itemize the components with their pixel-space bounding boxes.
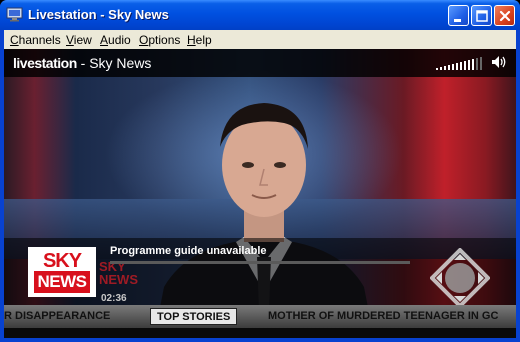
channel-name: - Sky News xyxy=(76,55,152,71)
speaker-icon[interactable] xyxy=(490,54,508,70)
window-title: Livestation - Sky News xyxy=(28,7,169,22)
minimize-button[interactable] xyxy=(448,5,469,26)
title-bar[interactable]: Livestation - Sky News xyxy=(0,0,520,30)
on-screen-clock: 02:36 xyxy=(101,293,127,304)
bottom-strip xyxy=(4,328,516,338)
menu-view[interactable]: View xyxy=(66,33,92,47)
channel-logo-news: NEWS xyxy=(34,271,90,293)
programme-guide-text: Programme guide unavailable xyxy=(110,245,267,257)
volume-bar xyxy=(436,68,438,70)
directional-pad-icon[interactable] xyxy=(430,248,490,308)
volume-bar xyxy=(456,63,458,70)
volume-bar xyxy=(476,58,478,70)
player-header: livestation - Sky News xyxy=(4,49,516,77)
channel-logo-sky: SKY xyxy=(42,250,82,272)
volume-bar xyxy=(440,67,442,70)
menu-options-label: ptions xyxy=(148,33,181,47)
app-window: Livestation - Sky News Channels View Aud… xyxy=(0,0,520,342)
volume-bar xyxy=(480,57,482,70)
monitor-icon xyxy=(6,7,23,22)
menu-view-label: iew xyxy=(73,33,92,47)
background-logo-news: NEWS xyxy=(99,272,138,287)
video-area[interactable]: livestation - Sky News SKY NEWS SKY NEWS … xyxy=(4,49,516,338)
news-ticker: R DISAPPEARANCE TOP STORIES MOTHER OF MU… xyxy=(4,305,516,328)
player-title: livestation - Sky News xyxy=(13,55,151,71)
volume-bar xyxy=(468,60,470,70)
menu-view-accel: V xyxy=(66,33,74,47)
menu-channels-accel: C xyxy=(10,33,19,47)
volume-level-indicator[interactable] xyxy=(436,56,486,70)
volume-bar xyxy=(472,59,474,70)
menu-audio[interactable]: Audio xyxy=(100,33,131,47)
menu-audio-label: udio xyxy=(108,33,131,47)
channel-logo: SKY NEWS xyxy=(28,247,96,297)
brand-logo: livestation xyxy=(13,55,77,71)
volume-bar xyxy=(464,61,466,70)
menu-channels[interactable]: Channels xyxy=(10,33,61,47)
background-channel-logo: SKY NEWS xyxy=(99,260,141,290)
volume-bar xyxy=(448,65,450,70)
close-icon xyxy=(499,10,511,22)
maximize-icon xyxy=(476,10,488,22)
volume-bar xyxy=(460,62,462,70)
menu-help[interactable]: Help xyxy=(187,33,212,47)
volume-bar xyxy=(444,66,446,70)
minimize-icon xyxy=(454,19,461,22)
maximize-button[interactable] xyxy=(471,5,492,26)
close-button[interactable] xyxy=(494,5,515,26)
menu-help-label: elp xyxy=(195,33,212,47)
volume-bar xyxy=(452,64,454,70)
menu-help-accel: H xyxy=(187,33,196,47)
menu-bar: Channels View Audio Options Help xyxy=(4,30,516,49)
menu-channels-label: hannels xyxy=(18,33,61,47)
menu-options[interactable]: Options xyxy=(139,33,180,47)
ticker-left-text: R DISAPPEARANCE xyxy=(4,310,111,322)
menu-options-accel: O xyxy=(139,33,149,47)
ticker-label: TOP STORIES xyxy=(150,308,238,325)
ticker-right-text: MOTHER OF MURDERED TEENAGER IN GC xyxy=(268,310,499,322)
menu-audio-accel: A xyxy=(100,33,109,47)
programme-progress-bar xyxy=(110,261,410,264)
